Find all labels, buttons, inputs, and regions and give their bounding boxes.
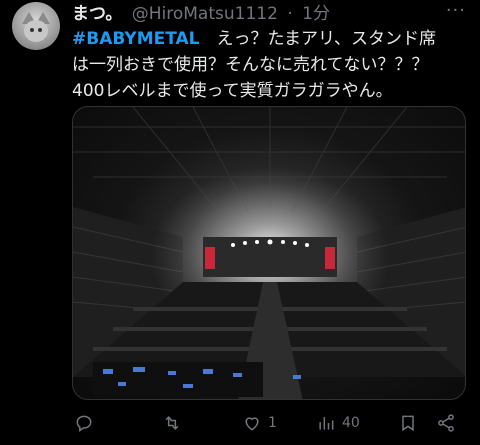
separator: · xyxy=(287,4,293,24)
reply-icon xyxy=(76,415,92,432)
tweet-text-line2: は一列おきで使用？そんなに売れてない？？？ xyxy=(72,55,429,75)
retweet-button[interactable] xyxy=(162,410,182,436)
action-bar: 1 40 xyxy=(72,410,468,436)
tweet-text: #BABYMETAL えっ？たまアリ、スタンド席 は一列おきで使用？そんなに売れ… xyxy=(72,26,468,104)
share-button[interactable] xyxy=(436,410,456,436)
tweet-header: まつ。 @HiroMatsu1112 · 1分 xyxy=(72,3,330,25)
views-button[interactable]: 40 xyxy=(316,410,360,436)
like-button[interactable]: 1 xyxy=(242,410,277,436)
hashtag-link[interactable]: #BABYMETAL xyxy=(72,29,200,49)
arena-photo-illustration xyxy=(73,107,465,399)
avatar[interactable] xyxy=(12,2,60,50)
display-name[interactable]: まつ。 xyxy=(72,4,122,24)
heart-icon xyxy=(245,417,259,431)
views-count: 40 xyxy=(342,415,360,431)
timestamp[interactable]: 1分 xyxy=(302,4,330,24)
share-icon xyxy=(438,414,454,432)
tweet-text-line3: 400レベルまで使って実質ガラガラやん。 xyxy=(72,81,393,101)
reply-button[interactable] xyxy=(74,410,94,436)
bookmark-icon xyxy=(402,415,414,432)
tweet-photo[interactable] xyxy=(72,106,466,400)
bookmark-button[interactable] xyxy=(398,410,418,436)
views-chart-icon xyxy=(319,417,334,430)
tweet-text-line1: えっ？たまアリ、スタンド席 xyxy=(199,29,436,49)
like-count: 1 xyxy=(268,415,277,431)
ellipsis-icon[interactable]: ··· xyxy=(446,0,466,21)
retweet-icon xyxy=(165,416,179,430)
user-handle[interactable]: @HiroMatsu1112 xyxy=(132,4,278,24)
